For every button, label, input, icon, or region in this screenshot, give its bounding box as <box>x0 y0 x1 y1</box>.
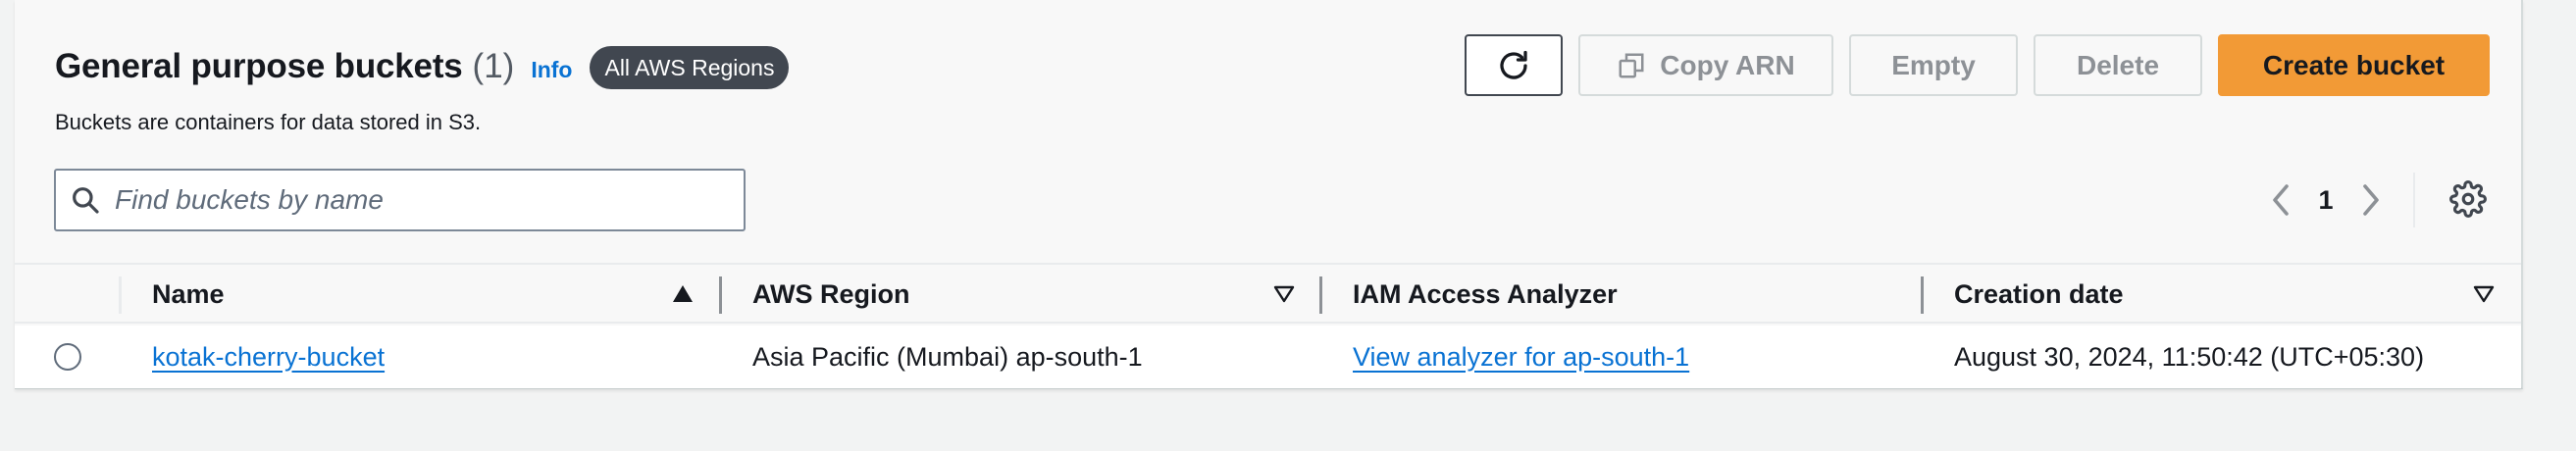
copy-icon <box>1617 51 1646 80</box>
create-bucket-button[interactable]: Create bucket <box>2218 34 2490 96</box>
delete-button[interactable]: Delete <box>2034 34 2202 96</box>
refresh-icon <box>1496 48 1531 83</box>
table-row[interactable]: kotak-cherry-bucket Asia Pacific (Mumbai… <box>15 326 2521 388</box>
sort-caret-icon[interactable] <box>2473 284 2495 304</box>
sort-caret-icon[interactable] <box>1273 284 1295 304</box>
column-resizer[interactable] <box>719 276 722 314</box>
column-header-access-analyzer: IAM Access Analyzer <box>1353 265 1618 324</box>
table-header: Name AWS Region IAM Access Analyzer Crea… <box>15 265 2521 324</box>
access-analyzer-cell: View analyzer for ap-south-1 <box>1353 326 1689 388</box>
pagination: 1 <box>2261 176 2391 224</box>
sort-ascending-icon[interactable] <box>672 284 694 304</box>
bucket-name-cell: kotak-cherry-bucket <box>152 326 385 388</box>
bucket-count: (1) <box>472 47 515 85</box>
search-input[interactable] <box>115 184 703 216</box>
pagination-divider <box>2413 173 2415 227</box>
empty-button[interactable]: Empty <box>1849 34 2018 96</box>
preferences-button[interactable] <box>2449 180 2487 218</box>
copy-arn-button[interactable]: Copy ARN <box>1578 34 1833 96</box>
page-title: General purpose buckets <box>55 47 463 85</box>
current-page-number[interactable]: 1 <box>2300 185 2351 216</box>
column-header-label: Name <box>152 278 225 309</box>
column-header-label: AWS Region <box>752 278 910 309</box>
search-box <box>54 169 746 231</box>
refresh-button[interactable] <box>1465 34 1563 96</box>
buckets-panel: General purpose buckets (1) Info All AWS… <box>15 0 2523 389</box>
bucket-name-link[interactable]: kotak-cherry-bucket <box>152 342 385 373</box>
column-header-label: IAM Access Analyzer <box>1353 278 1618 309</box>
column-header-label: Creation date <box>1954 278 2124 309</box>
column-header-creation-date[interactable]: Creation date <box>1954 265 2124 324</box>
copy-arn-label: Copy ARN <box>1660 49 1795 80</box>
creation-date-cell: August 30, 2024, 11:50:42 (UTC+05:30) <box>1954 341 2425 372</box>
next-page-button[interactable] <box>2351 176 2391 224</box>
region-cell: Asia Pacific (Mumbai) ap-south-1 <box>752 341 1143 372</box>
search-icon <box>70 184 101 216</box>
column-resizer[interactable] <box>1319 276 1322 314</box>
view-analyzer-link[interactable]: View analyzer for ap-south-1 <box>1353 342 1689 373</box>
info-link[interactable]: Info <box>531 57 572 83</box>
column-resizer[interactable] <box>1921 276 1924 314</box>
region-badge: All AWS Regions <box>590 46 790 89</box>
row-select-radio[interactable] <box>54 343 81 371</box>
column-header-name[interactable]: Name <box>152 265 225 324</box>
gear-icon <box>2449 180 2487 218</box>
column-divider <box>119 276 122 314</box>
column-header-region[interactable]: AWS Region <box>752 265 910 324</box>
previous-page-button[interactable] <box>2261 176 2300 224</box>
header-row: General purpose buckets (1) Info All AWS… <box>55 43 790 90</box>
page-description: Buckets are containers for data stored i… <box>55 110 482 134</box>
